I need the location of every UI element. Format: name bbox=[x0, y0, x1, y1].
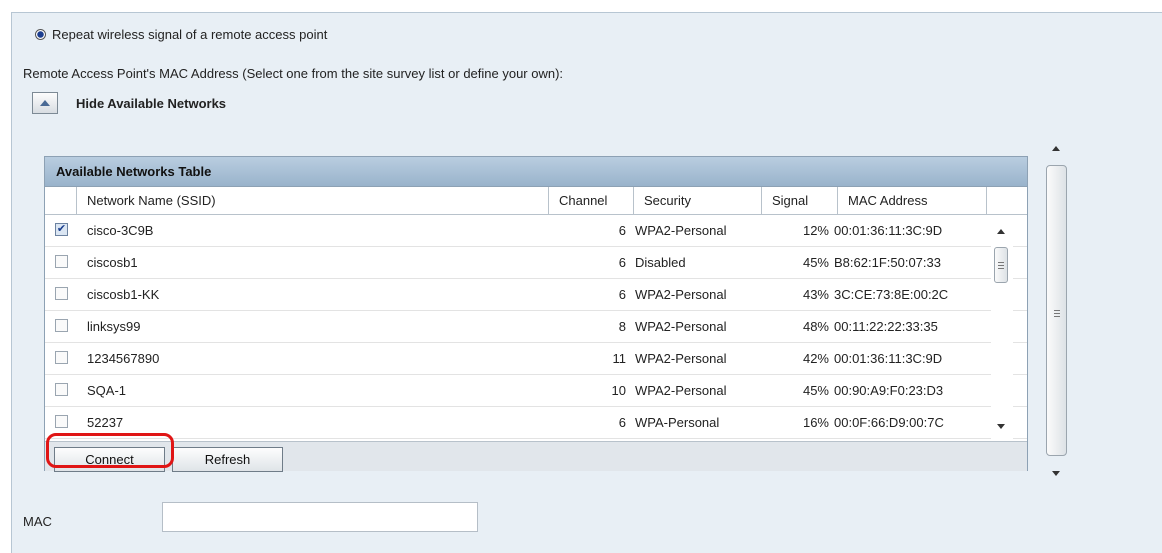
cell-mac: 00:0F:66:D9:00:7C bbox=[834, 415, 944, 430]
table-scrollbar[interactable] bbox=[991, 215, 1013, 441]
cell-signal: 42% bbox=[802, 351, 829, 366]
cell-ssid: SQA-1 bbox=[87, 383, 127, 398]
scroll-up-icon[interactable] bbox=[997, 229, 1005, 234]
table-row[interactable]: ciscosb1-KK 6 WPA2-Personal 43% 3C:CE:73:8E:… bbox=[45, 279, 1027, 311]
repeat-mode-label: Repeat wireless signal of a remote acces… bbox=[52, 27, 328, 42]
scroll-thumb[interactable] bbox=[994, 247, 1008, 283]
header-channel[interactable]: Channel bbox=[549, 187, 634, 214]
header-mac[interactable]: MAC Address bbox=[838, 187, 987, 214]
page-scrollbar[interactable] bbox=[1043, 136, 1070, 484]
table-row[interactable]: 52237 6 WPA-Personal 16% 00:0F:66:D9:00:7C bbox=[45, 407, 1027, 439]
cell-ssid: cisco-3C9B bbox=[87, 223, 154, 238]
header-select-column bbox=[45, 187, 77, 214]
cell-ssid: ciscosb1-KK bbox=[87, 287, 160, 302]
mac-label: MAC bbox=[23, 514, 52, 529]
cell-security: WPA2-Personal bbox=[635, 319, 727, 334]
cell-ssid: linksys99 bbox=[87, 319, 141, 334]
remote-mac-label: Remote Access Point's MAC Address (Selec… bbox=[23, 66, 564, 81]
header-security[interactable]: Security bbox=[634, 187, 762, 214]
scroll-down-icon[interactable] bbox=[1052, 471, 1060, 476]
connect-button[interactable]: Connect bbox=[54, 447, 165, 472]
scroll-down-icon[interactable] bbox=[997, 424, 1005, 429]
cell-security: WPA2-Personal bbox=[635, 351, 727, 366]
cell-mac: 00:01:36:11:3C:9D bbox=[834, 351, 943, 366]
cell-channel: 10 bbox=[611, 383, 626, 398]
page-scroll-thumb[interactable] bbox=[1046, 165, 1067, 456]
cell-signal: 43% bbox=[802, 287, 829, 302]
cell-signal: 12% bbox=[802, 223, 829, 238]
cell-security: WPA2-Personal bbox=[635, 383, 727, 398]
header-ssid[interactable]: Network Name (SSID) bbox=[77, 187, 549, 214]
table-row[interactable]: ✔ cisco-3C9B 6 WPA2-Personal 12% 00:01:36:11:… bbox=[45, 215, 1027, 247]
row-checkbox[interactable] bbox=[55, 351, 68, 364]
radio-selected-icon[interactable] bbox=[35, 29, 46, 40]
row-checkbox[interactable] bbox=[55, 255, 68, 268]
table-row[interactable]: ciscosb1 6 Disabled 45% B8:62:1F:50:07:33 bbox=[45, 247, 1027, 279]
collapse-button[interactable] bbox=[32, 92, 58, 114]
table-button-bar: Connect Refresh bbox=[45, 441, 1027, 472]
table-title: Available Networks Table bbox=[45, 157, 1027, 187]
cell-mac: 00:90:A9:F0:23:D3 bbox=[834, 383, 944, 398]
cell-channel: 6 bbox=[618, 255, 626, 270]
table-row[interactable]: SQA-1 10 WPA2-Personal 45% 00:90:A9:F0:23:D3 bbox=[45, 375, 1027, 407]
mac-input[interactable] bbox=[162, 502, 478, 532]
cell-channel: 6 bbox=[618, 415, 626, 430]
cell-security: WPA2-Personal bbox=[635, 223, 727, 238]
row-checkbox[interactable]: ✔ bbox=[55, 223, 68, 236]
cell-signal: 48% bbox=[802, 319, 829, 334]
row-checkbox[interactable] bbox=[55, 415, 68, 428]
row-checkbox[interactable] bbox=[55, 319, 68, 332]
hide-networks-toggle[interactable]: Hide Available Networks bbox=[32, 92, 226, 114]
cell-mac: 00:11:22:22:33:35 bbox=[834, 319, 938, 334]
header-signal[interactable]: Signal bbox=[762, 187, 838, 214]
repeat-mode-option[interactable]: Repeat wireless signal of a remote acces… bbox=[35, 27, 327, 42]
table-body: ✔ cisco-3C9B 6 WPA2-Personal 12% 00:01:36:11:… bbox=[45, 215, 1027, 441]
cell-mac: 3C:CE:73:8E:00:2C bbox=[834, 287, 949, 302]
row-checkbox[interactable] bbox=[55, 287, 68, 300]
cell-ssid: ciscosb1 bbox=[87, 255, 138, 270]
cell-channel: 6 bbox=[618, 223, 626, 238]
cell-security: WPA-Personal bbox=[635, 415, 720, 430]
cell-channel: 11 bbox=[612, 351, 627, 366]
cell-ssid: 52237 bbox=[87, 415, 124, 430]
cell-channel: 6 bbox=[618, 287, 626, 302]
available-networks-table: Available Networks Table Network Name (S… bbox=[44, 156, 1028, 472]
cell-ssid: 1234567890 bbox=[87, 351, 160, 366]
table-row[interactable]: linksys99 8 WPA2-Personal 48% 00:11:22:22:33… bbox=[45, 311, 1027, 343]
cell-signal: 16% bbox=[802, 415, 829, 430]
scroll-up-icon[interactable] bbox=[1052, 146, 1060, 151]
cell-security: Disabled bbox=[635, 255, 686, 270]
hide-networks-label: Hide Available Networks bbox=[76, 95, 227, 111]
cell-security: WPA2-Personal bbox=[635, 287, 727, 302]
cell-signal: 45% bbox=[802, 255, 829, 270]
cell-mac: B8:62:1F:50:07:33 bbox=[834, 255, 941, 270]
cell-channel: 8 bbox=[618, 319, 626, 334]
table-row[interactable]: 1234567890 11 WPA2-Personal 42% 00:01:36:11:… bbox=[45, 343, 1027, 375]
row-checkbox[interactable] bbox=[55, 383, 68, 396]
refresh-button[interactable]: Refresh bbox=[172, 447, 283, 472]
cell-signal: 45% bbox=[802, 383, 829, 398]
chevron-up-icon bbox=[40, 100, 50, 106]
cell-mac: 00:01:36:11:3C:9D bbox=[834, 223, 943, 238]
table-header: Network Name (SSID) Channel Security Sig… bbox=[45, 187, 1027, 215]
